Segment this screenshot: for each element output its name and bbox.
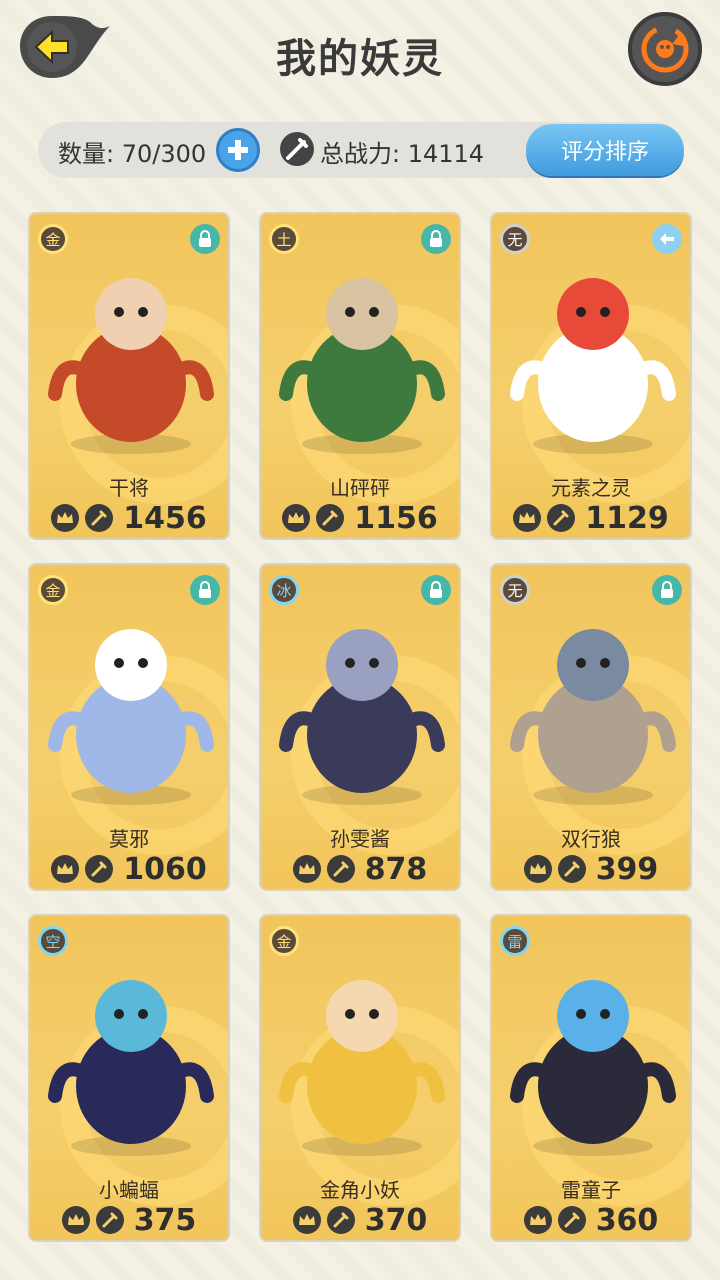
- crown-icon: [523, 855, 552, 883]
- power-row: 375: [30, 1202, 228, 1238]
- spirit-name: 雷童子: [561, 1178, 621, 1202]
- spirit-power-value: 370: [364, 1202, 428, 1238]
- sword-icon: [326, 855, 355, 883]
- spirit-name: 双行狼: [561, 827, 621, 851]
- sword-icon: [557, 1206, 586, 1234]
- spirit-figure-image: [30, 244, 228, 464]
- add-capacity-button[interactable]: [216, 128, 260, 172]
- spirit-power-value: 399: [595, 851, 659, 887]
- total-power-label: 总战力: 14114: [320, 140, 485, 168]
- crown-icon: [513, 504, 542, 532]
- sword-icon: [85, 855, 114, 883]
- sword-power-icon: [278, 130, 316, 168]
- spirit-power-value: 360: [595, 1202, 659, 1238]
- sword-icon: [557, 855, 586, 883]
- spirit-name: 莫邪: [109, 827, 149, 851]
- sword-icon: [547, 504, 576, 532]
- sword-icon: [326, 1206, 355, 1234]
- spirit-card[interactable]: 空小蝙蝠 375: [28, 914, 230, 1242]
- spirit-figure-image: [492, 244, 690, 464]
- spirit-power-value: 1456: [123, 500, 207, 536]
- spirit-card[interactable]: 金干将 1456: [28, 212, 230, 540]
- crown-icon: [51, 504, 80, 532]
- power-row: 1156: [261, 500, 459, 536]
- page-title: 我的妖灵: [276, 36, 444, 82]
- refresh-button[interactable]: [628, 12, 702, 86]
- spirit-figure-image: [261, 244, 459, 464]
- sort-by-score-button[interactable]: 评分排序: [526, 124, 684, 176]
- spirit-figure-image: [30, 946, 228, 1166]
- plus-icon: [228, 140, 248, 160]
- spirit-power-value: 878: [364, 851, 428, 887]
- spirit-name: 小蝙蝠: [99, 1178, 159, 1202]
- spirit-power-value: 1060: [123, 851, 207, 887]
- spirit-card[interactable]: 土山砰砰 1156: [259, 212, 461, 540]
- spirit-card[interactable]: 金莫邪 1060: [28, 563, 230, 891]
- power-row: 878: [261, 851, 459, 887]
- spirit-card[interactable]: 冰孙雯酱 878: [259, 563, 461, 891]
- spirit-card[interactable]: 无元素之灵 1129: [490, 212, 692, 540]
- sword-icon: [95, 1206, 124, 1234]
- spirit-name: 金角小妖: [320, 1178, 400, 1202]
- crown-icon: [523, 1206, 552, 1234]
- crown-icon: [61, 1206, 90, 1234]
- power-row: 399: [492, 851, 690, 887]
- power-row: 1456: [30, 500, 228, 536]
- sword-icon: [85, 504, 114, 532]
- power-row: 1060: [30, 851, 228, 887]
- count-label: 数量: 70/300: [58, 140, 207, 168]
- power-row: 370: [261, 1202, 459, 1238]
- power-row: 1129: [492, 500, 690, 536]
- crown-icon: [282, 504, 311, 532]
- spirit-figure-image: [261, 946, 459, 1166]
- spirit-power-value: 1156: [354, 500, 438, 536]
- spirit-name: 干将: [109, 476, 149, 500]
- spirit-power-value: 1129: [585, 500, 669, 536]
- spirit-name: 山砰砰: [330, 476, 390, 500]
- spirit-name: 元素之灵: [551, 476, 631, 500]
- spirit-power-value: 375: [133, 1202, 197, 1238]
- spirit-figure-image: [492, 946, 690, 1166]
- crown-icon: [51, 855, 80, 883]
- spirit-card[interactable]: 无双行狼 399: [490, 563, 692, 891]
- spirit-figure-image: [261, 595, 459, 815]
- spirit-figure-image: [492, 595, 690, 815]
- spirit-card[interactable]: 雷雷童子 360: [490, 914, 692, 1242]
- crown-icon: [292, 855, 321, 883]
- sword-icon: [316, 504, 345, 532]
- refresh-icon: [641, 25, 689, 73]
- spirit-figure-image: [30, 595, 228, 815]
- crown-icon: [292, 1206, 321, 1234]
- spirit-name: 孙雯酱: [330, 827, 390, 851]
- power-row: 360: [492, 1202, 690, 1238]
- spirit-card[interactable]: 金金角小妖 370: [259, 914, 461, 1242]
- top-bar: 我的妖灵: [0, 0, 720, 110]
